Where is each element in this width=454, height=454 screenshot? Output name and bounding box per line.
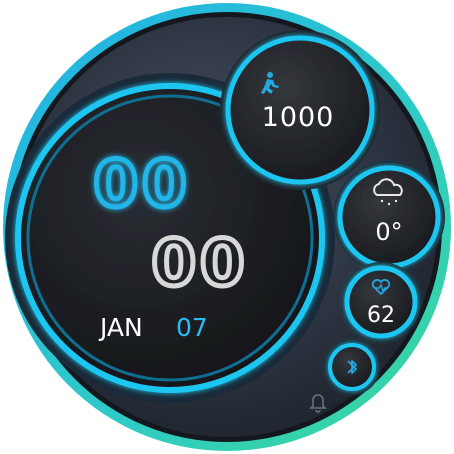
heart-rate-value: 62 [367,303,395,328]
steps-complication[interactable]: 1000 [220,30,380,190]
minute-digits: 00 [151,227,248,301]
watch-face-canvas: 1000 0° 62 00 00 JAN 07 [3,3,451,451]
date-month: JAN [98,313,143,342]
weather-dial-ring [337,165,441,269]
bluetooth-complication[interactable] [324,339,380,395]
watch-face: 1000 0° 62 00 00 JAN 07 [0,0,454,454]
weather-temperature-value: 0° [375,218,402,246]
hour-digits: 00 [93,148,190,222]
date-day: 07 [176,313,208,342]
weather-complication[interactable]: 0° [333,161,445,273]
heart-rate-complication[interactable]: 62 [341,262,421,342]
steps-value: 1000 [262,102,335,133]
